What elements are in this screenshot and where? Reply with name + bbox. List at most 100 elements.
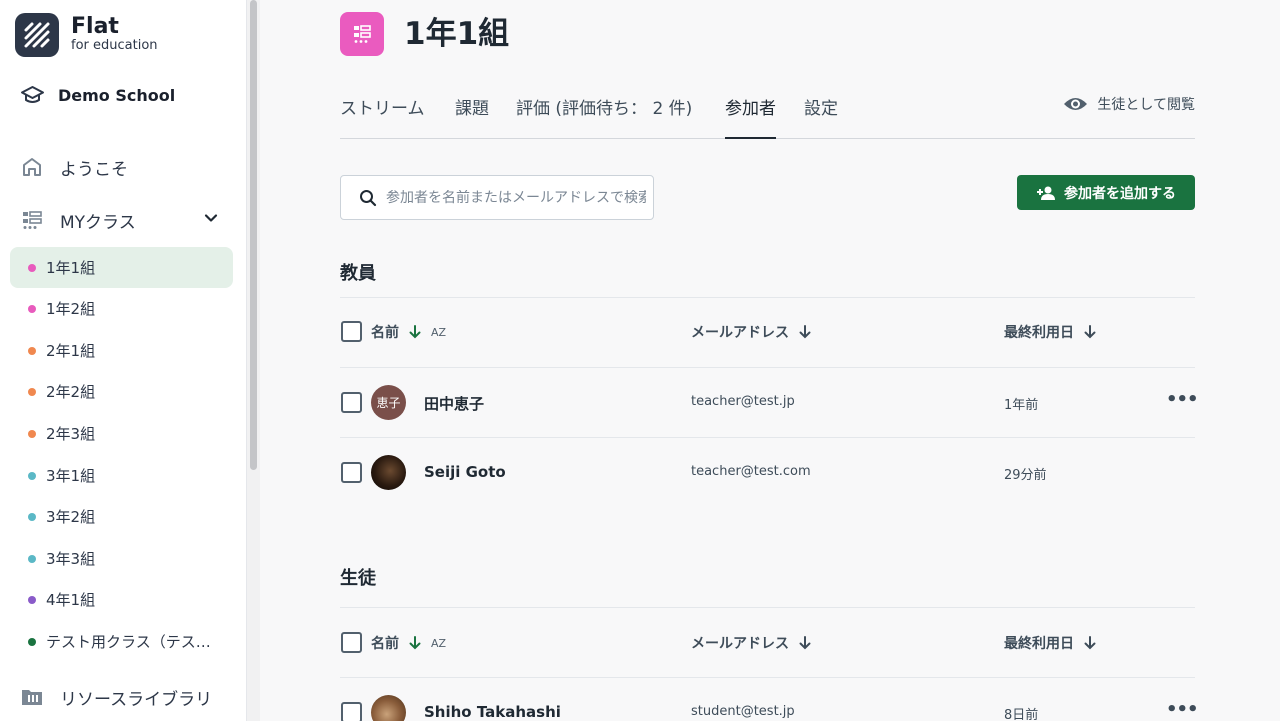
chevron-down-icon[interactable] [203,210,219,226]
divider [340,607,1195,608]
sidebar-class-4-1[interactable]: 4年1組 [10,579,233,620]
column-last-used-label: 最終利用日 [1004,636,1074,652]
sort-arrow-down-icon [799,636,811,650]
column-name-label: 名前 [371,636,399,652]
school-selector[interactable]: Demo School [20,82,175,108]
row-checkbox[interactable] [341,702,362,721]
column-email-header[interactable]: メールアドレス [691,322,811,342]
member-last-used: 8日前 [1004,708,1039,721]
nav-resource-library[interactable]: リソースライブラリ [20,682,212,712]
school-name: Demo School [58,85,176,105]
class-color-dot [28,263,36,272]
sort-arrow-down-icon [409,325,421,339]
sidebar-class-3-2[interactable]: 3年2組 [10,496,233,537]
select-all-teachers-checkbox[interactable] [341,321,362,342]
more-options-icon[interactable]: ••• [1166,389,1199,410]
tab-bar: ストリーム 課題 評価 (評価待ち： 2 件) 参加者 設定 生徒として閲覧 [340,86,1195,139]
sidebar-class-2-3[interactable]: 2年3組 [10,413,233,454]
class-color-dot [28,429,36,438]
divider [340,437,1195,438]
sidebar-class-label: 3年2組 [46,508,96,526]
sidebar-class-3-1[interactable]: 3年1組 [10,455,233,496]
member-email: teacher@test.jp [691,394,795,409]
member-name: Seiji Goto [424,463,506,481]
nav-welcome-label: ようこそ [60,159,128,180]
member-last-used: 1年前 [1004,398,1039,413]
divider [340,677,1195,678]
column-name-label: 名前 [371,325,399,341]
tab-stream[interactable]: ストリーム [340,86,425,139]
sidebar-class-label: 1年1組 [46,259,96,277]
sidebar-class-label: 4年1組 [46,591,96,609]
add-member-label: 参加者を追加する [1064,185,1176,202]
class-color-dot [28,471,36,480]
sort-arrow-down-icon [1084,325,1096,339]
library-icon [22,690,42,705]
sidebar-class-label: 2年1組 [46,342,96,360]
select-all-students-checkbox[interactable] [341,632,362,653]
sidebar-class-label: 1年2組 [46,300,96,318]
sidebar-scrollbar[interactable] [247,0,260,721]
classes-icon [23,211,42,229]
avatar [371,695,406,721]
sidebar-class-3-3[interactable]: 3年3組 [10,538,233,579]
search-input[interactable] [386,189,646,206]
page-title: 1年1組 [404,16,510,52]
sidebar-class-1-2[interactable]: 1年2組 [10,288,233,329]
tab-settings[interactable]: 設定 [804,86,838,139]
avatar: 恵子 [371,385,406,420]
member-last-used: 29分前 [1004,468,1047,483]
sort-az-icon[interactable]: AZ [431,637,446,650]
sidebar-class-test[interactable]: テスト用クラス（テスト用） [10,621,233,662]
more-options-icon[interactable]: ••• [1166,699,1199,720]
divider [340,297,1195,298]
column-email-label: メールアドレス [691,325,789,341]
column-last-used-header[interactable]: 最終利用日 [1004,633,1096,653]
class-icon [340,12,384,56]
flat-logo-icon [15,13,59,57]
main-content: 1年1組 ストリーム 課題 評価 (評価待ち： 2 件) 参加者 設定 生徒とし… [260,0,1280,721]
sidebar-class-label: 3年3組 [46,550,96,568]
teachers-section-title: 教員 [340,263,376,284]
sort-arrow-down-icon [1084,636,1096,650]
sidebar-class-2-1[interactable]: 2年1組 [10,330,233,371]
nav-my-classes[interactable]: MYクラス [20,205,136,235]
nav-my-classes-label: MYクラス [60,212,136,233]
tab-members[interactable]: 参加者 [725,86,776,139]
home-icon [23,158,41,176]
row-checkbox[interactable] [341,462,362,483]
column-name-header[interactable]: 名前 AZ [371,633,446,653]
tab-grades[interactable]: 評価 (評価待ち： 2 件) [516,86,692,139]
row-checkbox[interactable] [341,392,362,413]
member-name: 田中恵子 [424,395,485,413]
column-email-header[interactable]: メールアドレス [691,633,811,653]
view-as-student-label: 生徒として閲覧 [1097,97,1195,113]
member-email: student@test.jp [691,704,795,719]
sidebar-class-label: 3年1組 [46,467,96,485]
add-member-button[interactable]: 参加者を追加する [1017,175,1195,210]
tab-assignments[interactable]: 課題 [455,86,489,139]
sidebar-class-label: 2年3組 [46,425,96,443]
nav-resource-library-label: リソースライブラリ [60,689,213,710]
class-color-dot [28,387,36,396]
column-name-header[interactable]: 名前 AZ [371,322,446,342]
column-last-used-label: 最終利用日 [1004,325,1074,341]
nav-welcome[interactable]: ようこそ [20,152,128,182]
school-icon [21,86,44,103]
search-icon [360,189,377,206]
class-color-dot [28,637,36,646]
sort-az-icon[interactable]: AZ [431,326,446,339]
avatar [371,455,406,490]
column-last-used-header[interactable]: 最終利用日 [1004,322,1096,342]
students-section-title: 生徒 [340,568,376,589]
flat-logo[interactable]: Flat for education [15,13,158,57]
class-color-dot [28,512,36,521]
class-color-dot [28,554,36,563]
sidebar-class-2-2[interactable]: 2年2組 [10,371,233,412]
sidebar-class-label: 2年2組 [46,383,96,401]
class-color-dot [28,595,36,604]
view-as-student-button[interactable]: 生徒として閲覧 [1063,94,1195,114]
sidebar-scrollbar-thumb[interactable] [250,0,257,470]
sidebar-class-1-1[interactable]: 1年1組 [10,247,233,288]
member-search[interactable] [340,175,654,220]
